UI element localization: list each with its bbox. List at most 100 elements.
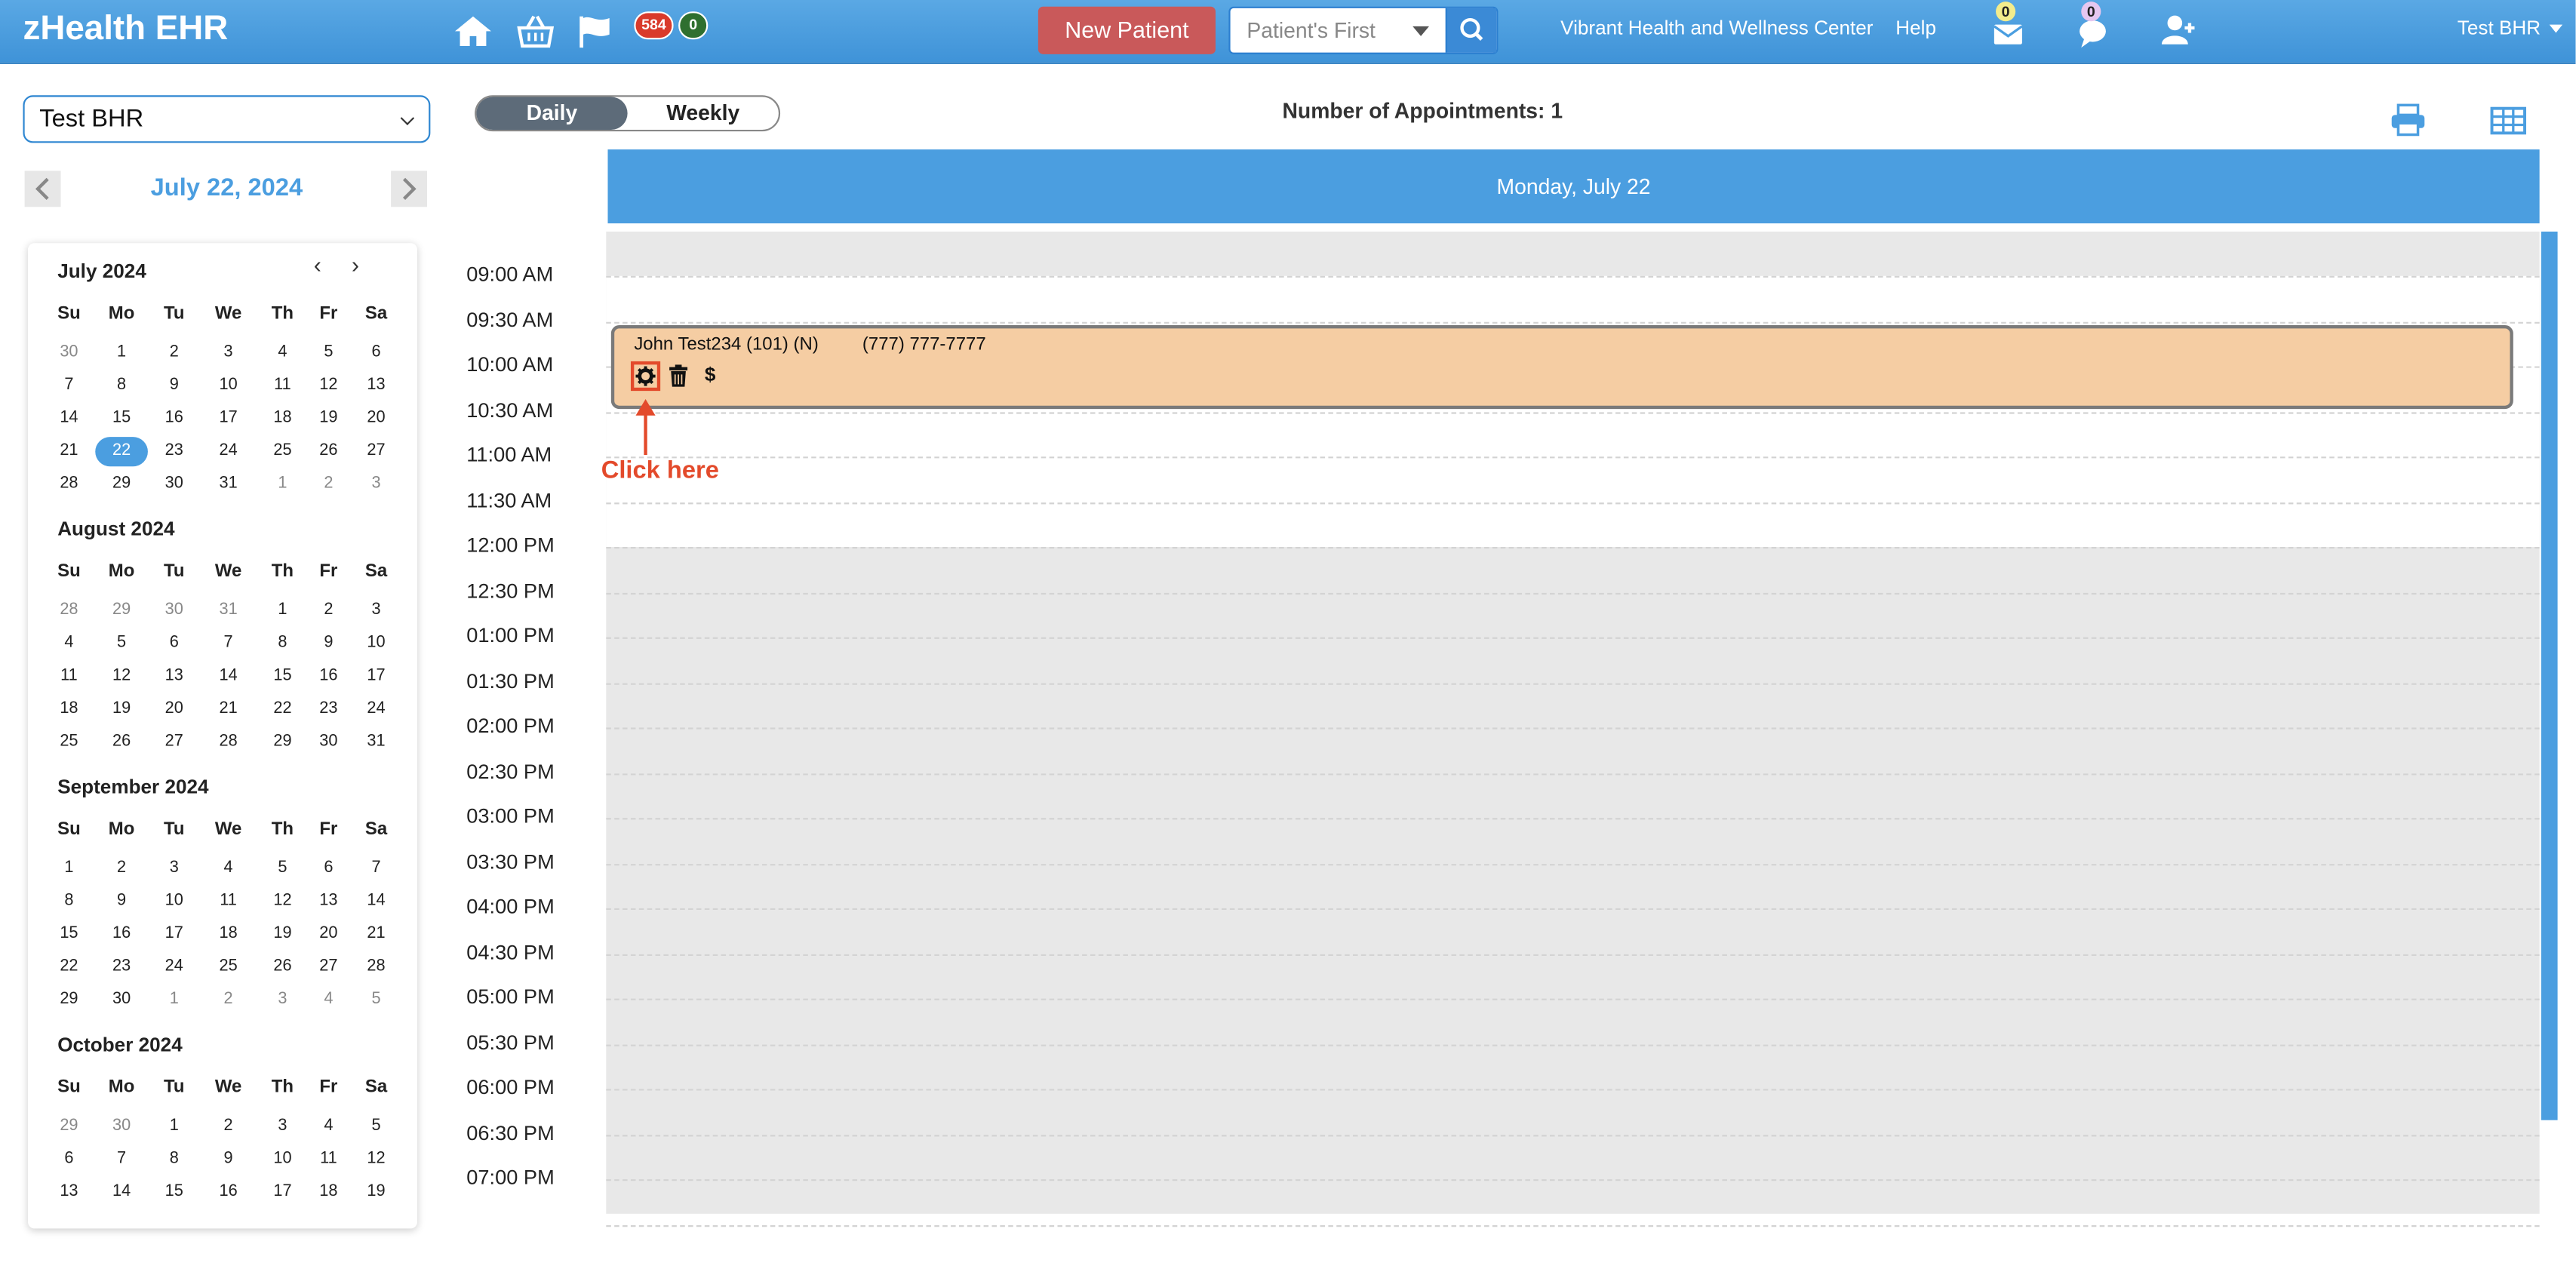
calendar-day[interactable]: 9 — [202, 1150, 255, 1168]
calendar-day[interactable]: 3 — [257, 991, 309, 1009]
calendar-day[interactable]: 21 — [202, 699, 255, 717]
calendar-day[interactable]: 12 — [350, 1150, 403, 1168]
print-icon[interactable] — [2390, 103, 2427, 137]
calendar-day[interactable]: 7 — [43, 376, 96, 395]
calendar-day[interactable]: 5 — [350, 1117, 403, 1135]
user-menu[interactable]: Test BHR — [2458, 17, 2563, 39]
calendar-day[interactable]: 8 — [43, 892, 96, 910]
calendar-day[interactable]: 30 — [303, 733, 355, 751]
basket-icon[interactable] — [516, 13, 555, 49]
calendar-day[interactable]: 26 — [95, 733, 148, 751]
calendar-day[interactable]: 19 — [95, 699, 148, 717]
calendar-day[interactable]: 29 — [95, 475, 148, 493]
calendar-day[interactable]: 12 — [95, 667, 148, 685]
calendar-day[interactable]: 15 — [95, 409, 148, 427]
calendar-day[interactable]: 21 — [350, 925, 403, 943]
calendar-day[interactable]: 22 — [257, 699, 309, 717]
calendar-day[interactable]: 1 — [257, 475, 309, 493]
calendar-day[interactable]: 11 — [257, 376, 309, 395]
calendar-day[interactable]: 14 — [95, 1182, 148, 1200]
calendar-day[interactable]: 14 — [43, 409, 96, 427]
help-link[interactable]: Help — [1895, 17, 1936, 39]
flag-icon[interactable] — [576, 13, 616, 49]
calendar-day[interactable]: 30 — [95, 1117, 148, 1135]
alerts-badge[interactable]: 584 — [634, 11, 674, 40]
daily-view-button[interactable]: Daily — [476, 97, 628, 130]
calendar-day[interactable]: 8 — [95, 376, 148, 395]
calendar-day[interactable]: 17 — [350, 667, 403, 685]
calendar-day[interactable]: 6 — [350, 343, 403, 361]
weekly-view-button[interactable]: Weekly — [628, 97, 779, 130]
calendar-day[interactable]: 20 — [350, 409, 403, 427]
calendar-day[interactable]: 2 — [95, 859, 148, 877]
calendar-day[interactable]: 17 — [148, 925, 201, 943]
calendar-day[interactable]: 16 — [202, 1182, 255, 1200]
calendar-day[interactable]: 21 — [43, 442, 96, 460]
calendar-day[interactable]: 25 — [202, 957, 255, 976]
search-button[interactable] — [1445, 8, 1497, 53]
clinic-name-link[interactable]: Vibrant Health and Wellness Center — [1560, 17, 1873, 39]
calendar-day[interactable]: 26 — [303, 442, 355, 460]
calendar-day[interactable]: 2 — [303, 475, 355, 493]
calendar-day[interactable]: 7 — [95, 1150, 148, 1168]
prev-day-button[interactable] — [24, 171, 61, 207]
calendar-day[interactable]: 9 — [148, 376, 201, 395]
patient-search[interactable]: Patient's First — [1228, 6, 1499, 54]
calendar-day[interactable]: 8 — [148, 1150, 201, 1168]
home-icon[interactable] — [453, 13, 493, 49]
calendar-day[interactable]: 18 — [202, 925, 255, 943]
calendar-day[interactable]: 29 — [95, 601, 148, 619]
calendar-day[interactable]: 10 — [257, 1150, 309, 1168]
calendar-day[interactable]: 3 — [257, 1117, 309, 1135]
calendar-day[interactable]: 2 — [303, 601, 355, 619]
calendar-day[interactable]: 29 — [257, 733, 309, 751]
calendar-day[interactable]: 31 — [350, 733, 403, 751]
appointment-patient[interactable]: John Test234 (101) (N) — [634, 335, 819, 355]
calendar-day[interactable]: 1 — [148, 991, 201, 1009]
app-logo[interactable]: zHealth EHR — [23, 10, 228, 49]
calendar-day[interactable]: 25 — [43, 733, 96, 751]
calendar-day[interactable]: 20 — [148, 699, 201, 717]
calendar-day[interactable]: 28 — [350, 957, 403, 976]
calendar-day[interactable]: 24 — [202, 442, 255, 460]
calendar-day[interactable]: 4 — [202, 859, 255, 877]
calendar-day[interactable]: 5 — [95, 634, 148, 652]
calendar-day[interactable]: 4 — [43, 634, 96, 652]
calendar-day[interactable]: 17 — [202, 409, 255, 427]
calendar-day[interactable]: 4 — [303, 1117, 355, 1135]
calendar-day[interactable]: 3 — [148, 859, 201, 877]
calendar-day[interactable]: 30 — [148, 475, 201, 493]
tasks-badge[interactable]: 0 — [678, 11, 709, 40]
search-input[interactable]: Patient's First — [1247, 18, 1376, 43]
calendar-day[interactable]: 4 — [257, 343, 309, 361]
calendar-day[interactable]: 30 — [148, 601, 201, 619]
calendar-day[interactable]: 25 — [257, 442, 309, 460]
calendar-day[interactable]: 27 — [350, 442, 403, 460]
calendar-day[interactable]: 17 — [257, 1182, 309, 1200]
calendar-day[interactable]: 12 — [303, 376, 355, 395]
calendar-day[interactable]: 2 — [148, 343, 201, 361]
calendar-day[interactable]: 23 — [148, 442, 201, 460]
calendar-day[interactable]: 1 — [148, 1117, 201, 1135]
calendar-day[interactable]: 30 — [95, 991, 148, 1009]
calendar-day[interactable]: 7 — [350, 859, 403, 877]
calendar-day[interactable]: 10 — [202, 376, 255, 395]
schedule-scrollbar[interactable] — [2541, 231, 2558, 1120]
appointment-settings-button[interactable] — [630, 361, 661, 392]
calendar-day[interactable]: 28 — [202, 733, 255, 751]
calendar-day[interactable]: 9 — [303, 634, 355, 652]
calendar-day[interactable]: 8 — [257, 634, 309, 652]
calendar-day[interactable]: 4 — [303, 991, 355, 1009]
chevron-right-icon[interactable]: › — [352, 251, 359, 278]
calendar-day[interactable]: 15 — [43, 925, 96, 943]
calendar-day[interactable]: 20 — [303, 925, 355, 943]
calendar-day[interactable]: 2 — [202, 991, 255, 1009]
calendar-day[interactable]: 29 — [43, 991, 96, 1009]
calendar-day[interactable]: 28 — [43, 601, 96, 619]
calendar-day[interactable]: 18 — [43, 699, 96, 717]
calendar-day[interactable]: 5 — [350, 991, 403, 1009]
chevron-left-icon[interactable]: ‹ — [314, 251, 321, 278]
calendar-day[interactable]: 30 — [43, 343, 96, 361]
provider-select[interactable]: Test BHR — [23, 95, 431, 143]
trash-icon[interactable] — [669, 364, 688, 387]
